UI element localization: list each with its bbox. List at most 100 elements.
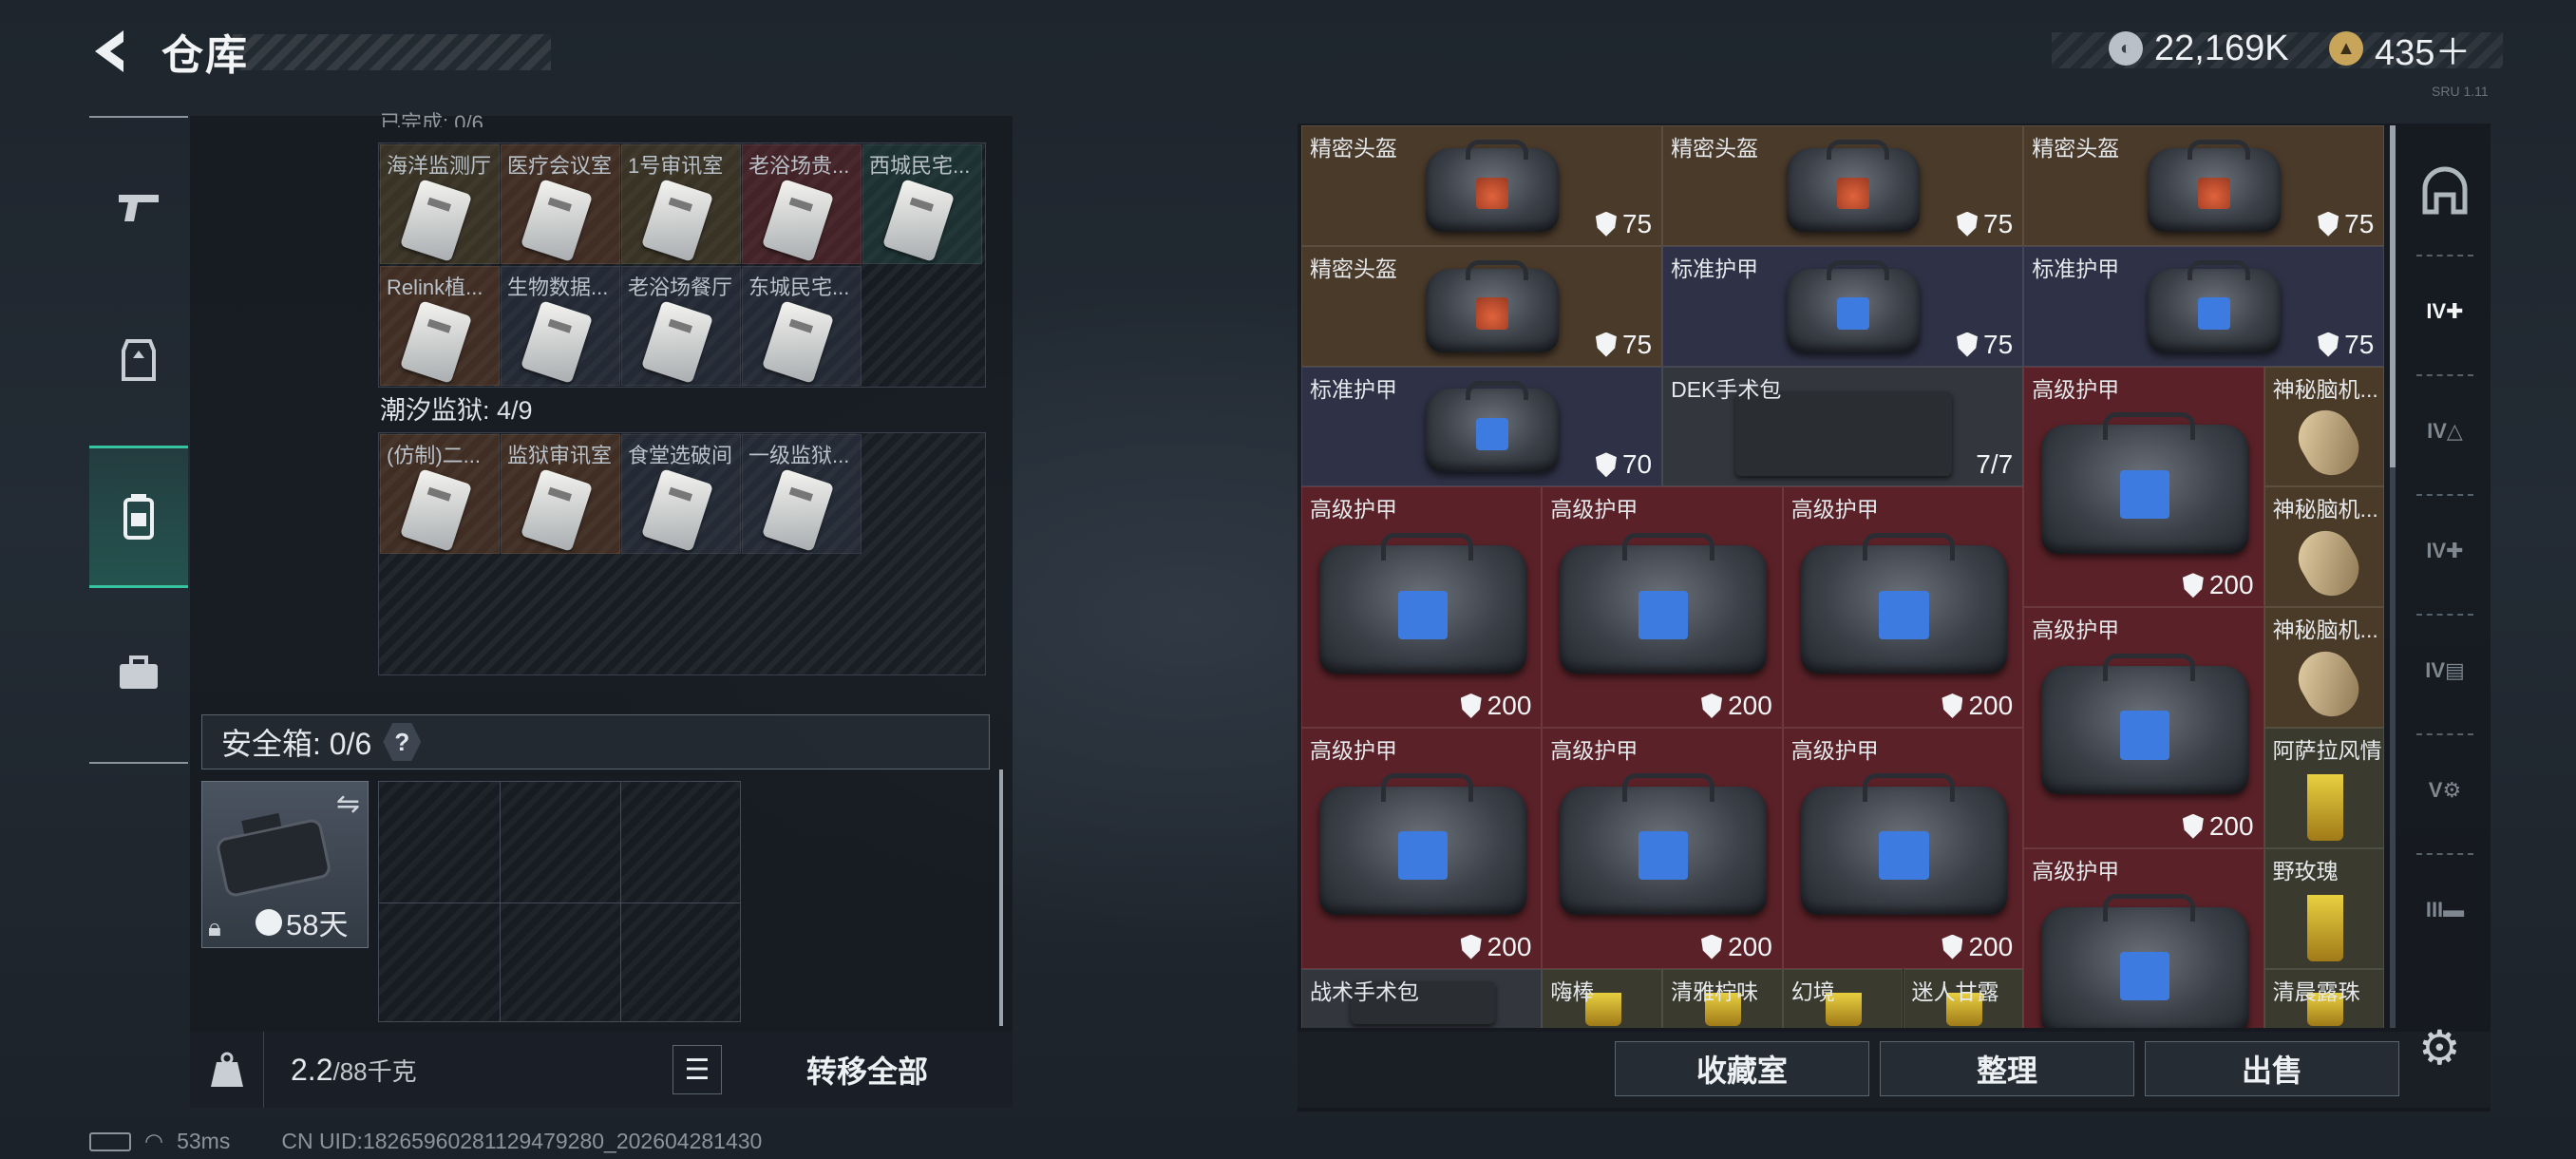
inventory-item[interactable]: 阿萨拉风情	[2263, 728, 2384, 848]
clock-icon	[256, 908, 282, 936]
inventory-item[interactable]: 高级护甲 200	[1542, 486, 1783, 728]
inventory-item[interactable]: 幻境	[1782, 968, 1904, 1028]
item-name: 高级护甲	[1550, 497, 1638, 522]
right-scrollbar[interactable]	[2390, 125, 2396, 1028]
item-name: 战术手术包	[1310, 978, 1419, 1004]
collection-button[interactable]: 收藏室	[1615, 1041, 1869, 1096]
brain-chip-icon	[2287, 400, 2369, 485]
safebox-slots[interactable]	[378, 781, 741, 1022]
help-button[interactable]: ?	[383, 723, 422, 761]
inventory-item[interactable]: 野玫瑰	[2263, 847, 2384, 969]
inventory-item[interactable]: 高级护甲 200	[1782, 486, 2024, 728]
nav-case[interactable]	[89, 602, 188, 745]
inventory-item[interactable]: 高级护甲 200	[1782, 728, 2024, 969]
keycard[interactable]: 一级监狱...	[742, 434, 862, 554]
keycard[interactable]: 食堂选破间	[621, 434, 741, 554]
briefcase-icon	[120, 656, 158, 689]
item-name: 嗨棒	[1550, 978, 1595, 1004]
inventory-item[interactable]: 精密头盔 75	[1301, 245, 1663, 367]
list-view-button[interactable]: ☰	[672, 1045, 722, 1094]
inventory-item[interactable]: 迷人甘露	[1903, 968, 2024, 1028]
nav-equipment[interactable]	[89, 289, 188, 431]
helmet-case-icon	[2148, 140, 2282, 232]
item-name: 清晨露珠	[2272, 978, 2360, 1004]
keycard[interactable]: Relink植...	[380, 266, 500, 386]
durability-shield-icon	[2318, 211, 2339, 237]
item-name: 高级护甲	[2032, 618, 2120, 643]
settings-gear-icon[interactable]: ⚙	[2418, 1020, 2461, 1075]
filter-folder-icon[interactable]: IV▤	[2415, 640, 2475, 701]
item-value: 200	[1460, 932, 1531, 962]
item-value: 200	[1941, 691, 2013, 721]
inventory-item[interactable]: 高级护甲 200	[2023, 607, 2264, 848]
nav-weapons[interactable]	[89, 137, 188, 279]
filter-device-icon[interactable]: V⚙	[2415, 760, 2475, 821]
filter-all-icon[interactable]	[2415, 162, 2475, 222]
item-value: 75	[1595, 209, 1652, 239]
helmet-case-icon	[1787, 140, 1921, 232]
keycard[interactable]: 医疗会议室	[501, 144, 620, 264]
inventory-item[interactable]: 高级护甲	[2023, 847, 2264, 1028]
transfer-all-button[interactable]: 转移全部	[733, 1041, 1001, 1098]
filter-weapon-icon[interactable]: III▬	[2415, 880, 2475, 940]
inventory-item[interactable]: 神秘脑机...	[2263, 366, 2384, 487]
durability-shield-icon	[1701, 693, 1723, 718]
sort-button[interactable]: 整理	[1880, 1041, 2134, 1096]
inventory-item[interactable]: 神秘脑机...	[2263, 486, 2384, 608]
durability-shield-icon	[1595, 452, 1617, 478]
currency-b[interactable]: ▲ 435＋	[2329, 27, 2471, 73]
left-scrollbar[interactable]	[999, 770, 1003, 1026]
weight-value: 2.2	[291, 1052, 333, 1087]
nav-backpack[interactable]	[89, 446, 188, 588]
currency-a[interactable]: ◐ 22,169K	[2109, 27, 2289, 70]
swap-icon[interactable]: ⇋	[336, 788, 360, 821]
inventory-item[interactable]: 高级护甲 200	[1301, 486, 1543, 728]
item-name: 神秘脑机...	[2272, 618, 2378, 643]
item-name: 精密头盔	[1671, 136, 1759, 161]
left-nav	[89, 116, 188, 764]
item-name: 高级护甲	[1790, 497, 1879, 522]
keycard[interactable]: 1号审讯室	[621, 144, 741, 264]
keycard[interactable]: 监狱审讯室	[501, 434, 620, 554]
safebox-bar: 安全箱: 0/6 ?	[201, 714, 990, 770]
inventory-item[interactable]: 标准护甲 75	[2023, 245, 2384, 367]
back-button[interactable]	[85, 25, 133, 78]
inventory-item[interactable]: 精密头盔 75	[2023, 125, 2384, 246]
inventory-item[interactable]: 标准护甲 75	[1662, 245, 2024, 367]
inventory-item[interactable]: 神秘脑机...	[2263, 607, 2384, 728]
drink-icon	[2306, 894, 2343, 961]
filter-armor-icon[interactable]: IV△	[2415, 401, 2475, 462]
keycard[interactable]: 生物数据...	[501, 266, 620, 386]
item-grid: 精密头盔 75 精密头盔 75 精密头盔 75 精密头盔 75 标准护甲 75 标准护甲 75 标准护甲…	[1301, 125, 2384, 1028]
inventory-item[interactable]: 嗨棒	[1542, 968, 1663, 1028]
inventory-item[interactable]: 清雅柠味	[1662, 968, 1783, 1028]
helmet-case-icon	[1426, 259, 1560, 352]
filter-medical-icon[interactable]: IV✚	[2415, 281, 2475, 342]
inventory-item[interactable]: 高级护甲 200	[2023, 366, 2264, 608]
inventory-item[interactable]: 战术手术包	[1301, 968, 1543, 1028]
keycard[interactable]: 东城民宅...	[742, 266, 862, 386]
inventory-item[interactable]: 标准护甲 70	[1301, 366, 1663, 487]
item-value: 200	[1701, 932, 1772, 962]
inventory-item[interactable]: 高级护甲 200	[1542, 728, 1783, 969]
inventory-item[interactable]: DEK手术包 7/7	[1662, 366, 2024, 487]
lock-icon: 🔒︎	[208, 913, 221, 941]
inventory-item[interactable]: 清晨露珠	[2263, 968, 2384, 1028]
keycard[interactable]: (仿制)二...	[380, 434, 500, 554]
keycard[interactable]: 老浴场贵...	[742, 144, 862, 264]
sell-button[interactable]: 出售	[2145, 1041, 2399, 1096]
item-name: DEK手术包	[1671, 376, 1782, 402]
armor-bag-icon	[1560, 532, 1768, 674]
filter-medical2-icon[interactable]: IV✚	[2415, 521, 2475, 581]
keycard[interactable]: 老浴场餐厅	[621, 266, 741, 386]
safebox-case[interactable]: ⇋ 🔒︎ 58天	[201, 781, 369, 948]
keycard[interactable]: 海洋监测厅	[380, 144, 500, 264]
inventory-item[interactable]: 高级护甲 200	[1301, 728, 1543, 969]
armor-bag-icon	[1318, 532, 1526, 674]
keycard[interactable]: 西城民宅...	[862, 144, 982, 264]
helmet-case-icon	[1426, 140, 1560, 232]
inventory-item[interactable]: 精密头盔 75	[1301, 125, 1663, 246]
currency-b-value: 435＋	[2375, 32, 2472, 73]
armor-bag-icon	[1787, 259, 1921, 352]
inventory-item[interactable]: 精密头盔 75	[1662, 125, 2024, 246]
